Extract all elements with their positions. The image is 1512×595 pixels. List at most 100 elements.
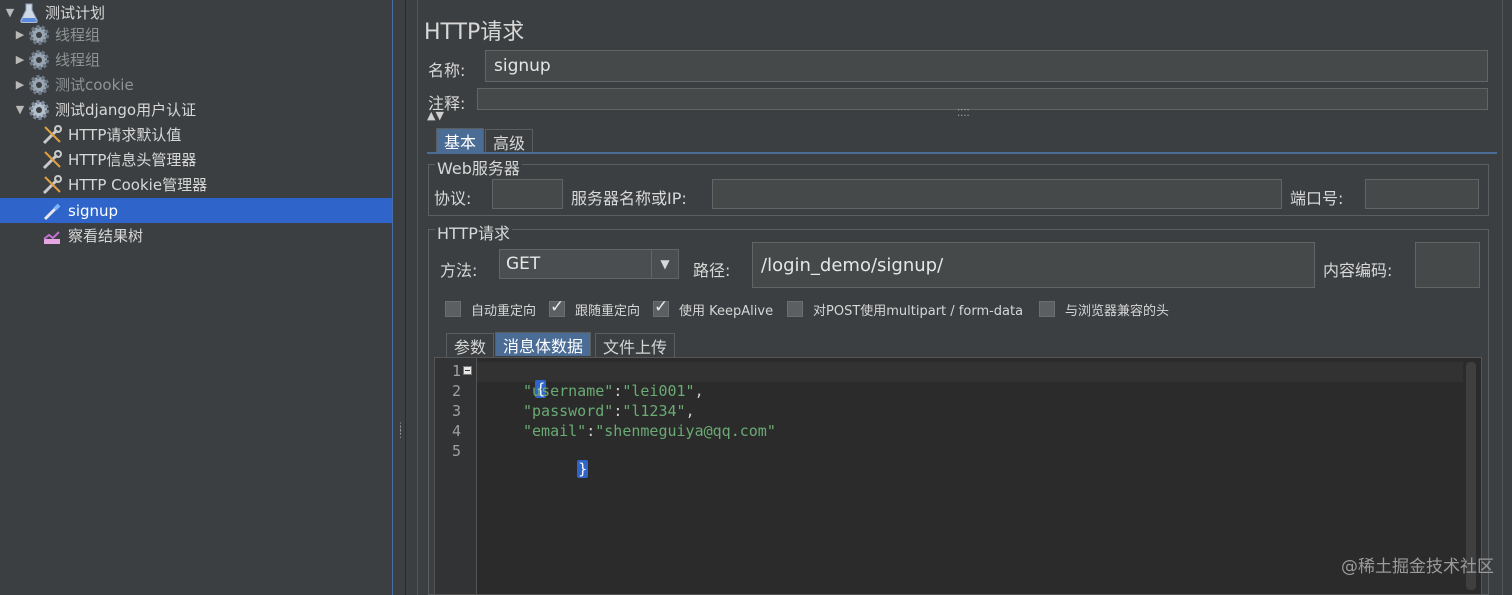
path-label: 路径: — [693, 261, 731, 280]
tab-underline — [427, 152, 1497, 154]
json-value: "l1234" — [622, 402, 686, 420]
code-line-2: "username":"lei001", — [523, 382, 704, 400]
code-line-3: "password":"l1234", — [523, 402, 695, 420]
fold-collapse-icon[interactable] — [463, 366, 472, 375]
wrench-icon — [40, 149, 64, 171]
checkbox-multipart[interactable]: 对POST使用multipart / form-data — [787, 298, 1023, 320]
http-request-panel: HTTP请求 名称: signup 注释: ▲▼ ⁚⁚⁚⁚ 基本 高级 Web服… — [407, 0, 1512, 595]
server-label: 服务器名称或IP: — [571, 189, 687, 208]
json-comma: , — [694, 382, 704, 400]
json-key: "username" — [523, 382, 614, 400]
tree-node-label: 测试cookie — [55, 76, 134, 94]
checkbox-label: 对POST使用multipart / form-data — [813, 303, 1024, 319]
tree-node-cookie-manager[interactable]: HTTP Cookie管理器 — [0, 172, 392, 197]
checkbox-label: 与浏览器兼容的头 — [1065, 303, 1170, 319]
tree-node-label: HTTP请求默认值 — [68, 126, 182, 144]
encoding-field[interactable] — [1415, 242, 1480, 288]
wrench-icon — [40, 124, 64, 146]
protocol-label: 协议: — [434, 189, 472, 208]
expand-arrow-icon[interactable]: ▶ — [13, 28, 27, 41]
tree-node-label: 测试django用户认证 — [55, 101, 197, 119]
close-brace: } — [577, 460, 589, 478]
flask-icon — [17, 2, 41, 24]
tree-node-label: 测试计划 — [45, 4, 106, 22]
chevron-down-icon[interactable]: ▼ — [651, 250, 678, 278]
chart-icon — [40, 225, 64, 247]
body-data-editor[interactable]: 1 2 3 4 5 { "username":"lei001", "passwo… — [434, 357, 1482, 595]
protocol-field[interactable] — [492, 179, 563, 209]
tab-basic[interactable]: 基本 — [436, 128, 485, 152]
tree-node-result-tree[interactable]: 察看结果树 — [0, 223, 392, 248]
tree-node-signup[interactable]: signup — [0, 198, 392, 223]
expand-arrow-icon[interactable]: ▼ — [13, 103, 27, 116]
path-field[interactable]: /login_demo/signup/ — [752, 242, 1315, 288]
tree-node-thread-group[interactable]: ▶ 线程组 — [0, 47, 392, 72]
tree-node-thread-group[interactable]: ▶ 线程组 — [0, 22, 392, 47]
code-line-5: } — [523, 442, 589, 496]
checkbox-label: 跟随重定向 — [575, 303, 641, 319]
checkbox-box[interactable] — [1039, 301, 1055, 317]
gear-icon — [27, 99, 51, 121]
tree-node-label: 线程组 — [55, 26, 101, 44]
wrench-icon — [40, 174, 64, 196]
tab-advanced[interactable]: 高级 — [485, 129, 534, 153]
tab-file-upload[interactable]: 文件上传 — [595, 333, 676, 357]
json-key: "password" — [523, 402, 614, 420]
json-colon: : — [613, 402, 623, 420]
port-field[interactable] — [1365, 179, 1479, 209]
pipette-icon — [40, 200, 64, 222]
tree-node-label: HTTP信息头管理器 — [68, 151, 197, 169]
comment-field[interactable] — [477, 88, 1488, 110]
tree-node-header-manager[interactable]: HTTP信息头管理器 — [0, 147, 392, 172]
checkbox-keepalive[interactable]: 使用 KeepAlive — [653, 297, 774, 320]
panel-splitter[interactable]: ⋮ ⋮ ⋮ — [392, 0, 406, 595]
line-number: 4 — [451, 422, 461, 440]
method-value: GET — [506, 254, 541, 274]
tree-node-label: 察看结果树 — [68, 227, 144, 245]
line-number: 3 — [451, 402, 461, 420]
tree-node-django-auth[interactable]: ▼ 测试django用户认证 — [0, 97, 392, 122]
checkbox-label: 使用 KeepAlive — [679, 303, 774, 319]
tree-node-test-cookie[interactable]: ▶ 测试cookie — [0, 72, 392, 97]
http-request-legend: HTTP请求 — [435, 220, 512, 244]
checkbox-label: 自动重定向 — [471, 303, 537, 319]
collapse-arrows-icon[interactable]: ▲▼ — [427, 109, 444, 122]
expand-arrow-icon[interactable]: ▶ — [13, 53, 27, 66]
tree-node-label: 线程组 — [55, 51, 101, 69]
name-field[interactable]: signup — [485, 50, 1488, 82]
checkbox-box[interactable] — [653, 297, 669, 317]
method-select[interactable]: GET ▼ — [499, 249, 679, 279]
checkbox-box[interactable] — [445, 301, 461, 317]
json-colon: : — [613, 382, 623, 400]
resize-grip-icon[interactable]: ⁚⁚⁚⁚ — [957, 108, 970, 119]
tree-node-label: HTTP Cookie管理器 — [68, 176, 208, 194]
code-line-4: "email":"shenmeguiya@qq.com" — [523, 422, 776, 440]
test-plan-tree: ▼ 测试计划 ▶ 线程组 ▶ 线程组 ▶ 测试cookie ▼ 测试django… — [0, 0, 392, 595]
web-server-legend: Web服务器 — [435, 155, 522, 179]
checkbox-auto-redirect[interactable]: 自动重定向 — [445, 298, 536, 320]
expand-arrow-icon[interactable]: ▼ — [3, 6, 17, 19]
checkbox-browser-headers[interactable]: 与浏览器兼容的头 — [1039, 298, 1169, 320]
server-field[interactable] — [712, 179, 1282, 209]
checkbox-box[interactable] — [549, 297, 565, 317]
checkbox-box[interactable] — [787, 301, 803, 317]
splitter-grip-icon[interactable]: ⋮ ⋮ ⋮ — [396, 423, 405, 440]
gear-icon — [27, 24, 51, 46]
page-title: HTTP请求 — [424, 20, 525, 45]
json-comma: , — [685, 402, 695, 420]
line-number: 1 — [451, 362, 461, 380]
watermark: @稀土掘金技术社区 — [1341, 557, 1494, 577]
tab-parameters[interactable]: 参数 — [446, 333, 495, 357]
port-label: 端口号: — [1290, 189, 1344, 208]
encoding-label: 内容编码: — [1323, 261, 1393, 280]
tree-node-label: signup — [68, 201, 119, 220]
line-number-gutter: 1 2 3 4 5 — [435, 358, 477, 594]
line-number: 5 — [451, 442, 461, 460]
current-line-highlight — [477, 362, 1463, 382]
method-label: 方法: — [440, 261, 478, 280]
checkbox-follow-redirect[interactable]: 跟随重定向 — [549, 297, 641, 320]
tree-node-http-defaults[interactable]: HTTP请求默认值 — [0, 122, 392, 147]
tab-body-data[interactable]: 消息体数据 — [495, 332, 592, 356]
name-label: 名称: — [428, 61, 466, 80]
expand-arrow-icon[interactable]: ▶ — [13, 78, 27, 91]
